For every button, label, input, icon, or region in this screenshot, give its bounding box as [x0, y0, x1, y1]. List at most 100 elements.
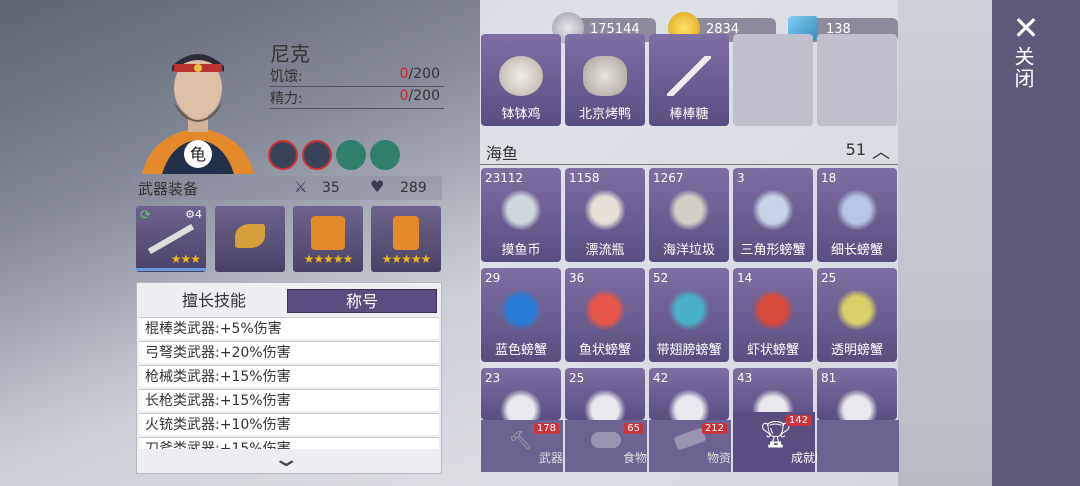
lollipop-icon — [667, 56, 711, 96]
hammer-icon: 🔨︎ — [509, 430, 532, 451]
trash-bag-icon — [667, 190, 711, 230]
hunger-max: /200 — [408, 66, 440, 82]
skill-panel: 擅长技能 称号 棍棒类武器:+5%伤害 弓弩类武器:+20%伤害 枪械类武器:+… — [136, 282, 442, 474]
item-cell[interactable]: 29 蓝色螃蟹 — [481, 268, 561, 362]
item-label: 钵钵鸡 — [501, 107, 541, 122]
item-cell[interactable]: 北京烤鸭 — [565, 34, 645, 126]
bottle-icon — [583, 190, 627, 230]
badge: 178 — [533, 423, 559, 434]
weapon-stars: ★★★ — [170, 252, 201, 266]
armor-stars: ★★★★★ — [303, 252, 354, 266]
energy-label: 精力: — [270, 91, 303, 107]
item-cell[interactable]: 42 — [649, 368, 729, 430]
item-count: 3 — [737, 171, 745, 185]
close-icon[interactable]: ✕ — [1012, 12, 1040, 44]
section-header[interactable]: 海鱼 51 ︿ — [480, 138, 898, 165]
pants-stars: ★★★★★ — [381, 252, 432, 266]
chevron-down-icon[interactable]: ⌄ — [271, 447, 301, 472]
item-count: 1158 — [569, 171, 600, 185]
tab-title[interactable]: 称号 — [287, 289, 437, 313]
item-cell[interactable]: 23112 摸鱼币 — [481, 168, 561, 262]
item-cell[interactable]: 36 鱼状螃蟹 — [565, 268, 645, 362]
item-cell[interactable]: 1267 海洋垃圾 — [649, 168, 729, 262]
equip-slot-armor[interactable]: ★★★★★ — [293, 206, 363, 272]
sword-icon: ⚔ — [294, 178, 308, 196]
tab-skills[interactable]: 擅长技能 — [141, 289, 287, 313]
item-cell[interactable]: 25 — [565, 368, 645, 430]
hunger-current: 0 — [399, 66, 409, 82]
item-label: 透明螃蟹 — [830, 343, 883, 358]
duck-icon — [583, 56, 627, 96]
item-label: 海洋垃圾 — [662, 243, 715, 258]
item-count: 52 — [653, 271, 669, 285]
crab-icon — [751, 190, 795, 230]
chevron-up-icon[interactable]: ︿ — [872, 138, 890, 164]
item-cell[interactable]: 钵钵鸡 — [481, 34, 561, 126]
equip-slot-weapon[interactable]: ⟳ ⚙4 ★★★ — [136, 206, 206, 272]
energy-stat: 精力: 0/200 — [270, 88, 444, 109]
coin-icon — [499, 190, 543, 230]
equip-slot-pants[interactable]: ★★★★★ — [371, 206, 441, 272]
badge: 142 — [785, 415, 811, 426]
item-count: 36 — [569, 271, 585, 285]
item-count: 23 — [485, 371, 501, 385]
tab-weapons-tools[interactable]: 🔨︎ 178 武器工具 — [481, 420, 587, 472]
skill-row: 棍棒类武器:+5%伤害 — [139, 317, 439, 339]
item-cell[interactable]: 14 虾状螃蟹 — [733, 268, 813, 362]
item-cell[interactable]: 3 三角形螃蟹 — [733, 168, 813, 262]
item-cell[interactable]: 1158 漂流瓶 — [565, 168, 645, 262]
skill-row: 枪械类武器:+15%伤害 — [139, 365, 439, 387]
armor-icon — [311, 216, 345, 250]
badge: 65 — [624, 423, 643, 434]
item-count: 81 — [821, 371, 837, 385]
refresh-icon: ⟳ — [140, 208, 151, 223]
item-count: 43 — [737, 371, 753, 385]
fish-icon — [583, 290, 627, 330]
crab-icon — [835, 190, 879, 230]
item-cell[interactable]: 18 细长螃蟹 — [817, 168, 897, 262]
item-count: 29 — [485, 271, 501, 285]
item-count: 25 — [821, 271, 837, 285]
item-count: 23112 — [485, 171, 524, 185]
bowl-icon — [499, 56, 543, 96]
item-label: 鱼状螃蟹 — [578, 343, 631, 358]
tab-food-medicine[interactable]: 65 食物药品 — [565, 420, 671, 472]
equip-selected-bar — [136, 268, 206, 271]
energy-current: 0 — [399, 88, 409, 104]
close-label[interactable]: 关闭 — [1011, 46, 1038, 90]
item-label: 虾状螃蟹 — [746, 343, 799, 358]
empty-cell — [733, 34, 813, 126]
item-cell[interactable]: 25 透明螃蟹 — [817, 268, 897, 362]
item-cell[interactable]: 23 — [481, 368, 561, 430]
food-icon — [591, 432, 621, 448]
section-count: 51 — [845, 140, 866, 159]
necklace-icon — [235, 224, 265, 248]
item-cell[interactable]: 52 带翅膀螃蟹 — [649, 268, 729, 362]
item-count: 42 — [653, 371, 669, 385]
face-buff-icon[interactable] — [370, 140, 400, 170]
item-label: 漂流瓶 — [585, 243, 625, 258]
weapon-level: ⚙4 — [185, 208, 202, 221]
stomach-buff-icon[interactable] — [268, 140, 298, 170]
tab-achievements[interactable]: 🏆︎ 142 成就收集 — [733, 412, 839, 472]
jellyfish-icon — [835, 290, 879, 330]
item-cell[interactable]: 棒棒糖 — [649, 34, 729, 126]
section-title: 海鱼 — [486, 144, 519, 163]
health-value: 289 — [400, 180, 427, 196]
lobster-icon — [751, 290, 795, 330]
hunger-label: 饥饿: — [270, 69, 303, 85]
empty-cell — [817, 34, 897, 126]
tab-empty — [817, 420, 899, 472]
attack-value: 35 — [322, 180, 340, 196]
pants-icon — [393, 216, 419, 250]
tab-materials[interactable]: 212 物资材料 — [649, 420, 755, 472]
item-label: 摸鱼币 — [501, 243, 541, 258]
item-label: 带翅膀螃蟹 — [656, 343, 722, 358]
person-buff-icon[interactable] — [336, 140, 366, 170]
knife-icon — [147, 223, 195, 255]
stamina-buff-icon[interactable] — [302, 140, 332, 170]
equip-slot-accessory[interactable] — [215, 206, 285, 272]
item-count: 18 — [821, 171, 837, 185]
badge: 212 — [701, 423, 727, 434]
item-cell[interactable]: 81 — [817, 368, 897, 430]
